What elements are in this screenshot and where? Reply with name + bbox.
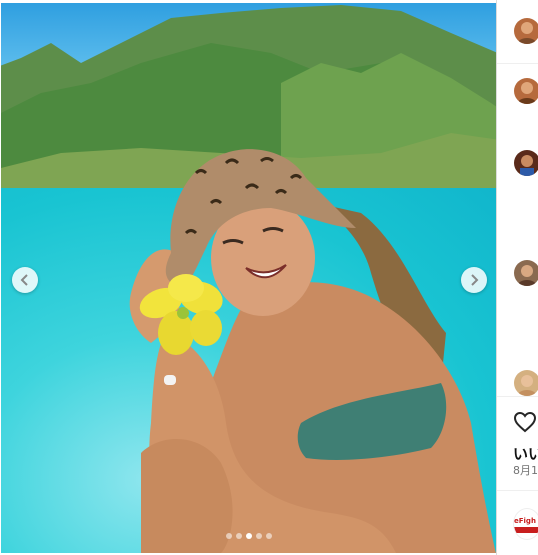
commenter-avatar[interactable] [514, 370, 538, 396]
carousel-dot [255, 533, 262, 539]
author-avatar[interactable] [514, 18, 538, 44]
ad-thumbnail-text: eFigh [514, 517, 538, 525]
carousel-next-button[interactable] [461, 267, 487, 293]
divider [497, 396, 538, 397]
post-date: 8月1 [513, 464, 538, 477]
heart-icon[interactable] [513, 410, 537, 434]
chevron-left-icon [20, 274, 28, 286]
chevron-right-icon [471, 274, 479, 286]
post-image-viewer[interactable] [1, 3, 496, 553]
carousel-dot [265, 533, 272, 539]
likes-count[interactable]: いい [513, 443, 538, 464]
ad-thumbnail[interactable]: eFigh [513, 508, 538, 540]
carousel-prev-button[interactable] [12, 267, 38, 293]
woman-with-bucket-hat [129, 149, 496, 553]
commenter-avatar[interactable] [514, 260, 538, 286]
divider [497, 490, 538, 491]
carousel-dot [235, 533, 242, 539]
carousel-dot [225, 533, 232, 539]
carousel-indicator [1, 533, 496, 539]
carousel-dot-active [245, 533, 252, 539]
post-side-panel: いい 8月1 eFigh [497, 0, 538, 555]
commenter-avatar[interactable] [514, 150, 538, 176]
divider [497, 63, 538, 64]
author-avatar[interactable] [514, 78, 538, 104]
